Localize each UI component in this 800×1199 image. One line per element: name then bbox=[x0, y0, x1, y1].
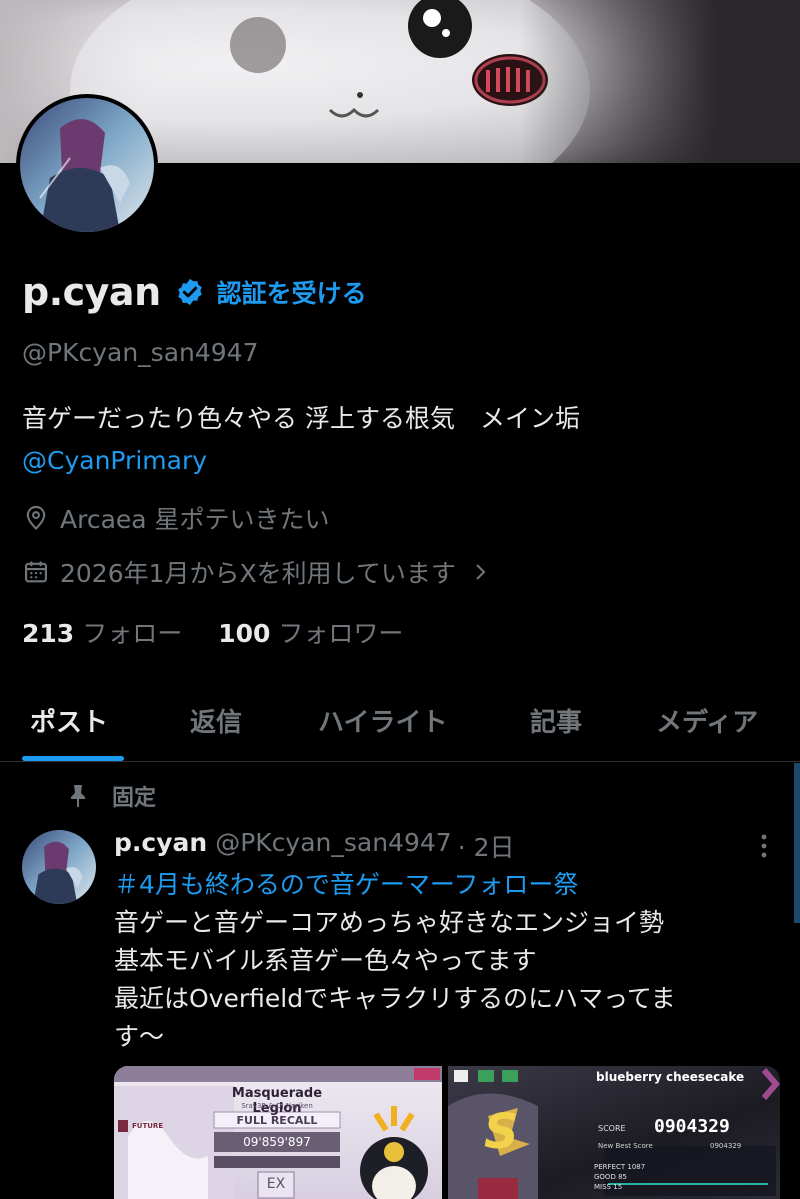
chevron-right-icon bbox=[476, 564, 486, 580]
miss-count: 15 bbox=[613, 1183, 623, 1191]
tab-articles[interactable]: 記事 bbox=[530, 702, 582, 739]
tab-highlights[interactable]: ハイライト bbox=[318, 702, 447, 739]
bio-text: 音ゲーだったり色々やる 浮上する根気 メイン垢 bbox=[22, 404, 580, 433]
joined-text: 2026年1月からXを利用しています bbox=[60, 559, 456, 588]
pinned-indicator: 固定 bbox=[68, 780, 156, 812]
media1-difficulty: FUTURE bbox=[132, 1122, 164, 1130]
profile-tabs: ポスト 返信 ハイライト 記事 メディア bbox=[0, 690, 800, 762]
banner-dark-overlay bbox=[520, 0, 800, 163]
media2-score-label: SCORE bbox=[598, 1124, 626, 1133]
following-count: 213 bbox=[22, 619, 75, 648]
tab-posts[interactable]: ポスト bbox=[30, 702, 108, 739]
media2-best-label: New Best Score bbox=[598, 1142, 653, 1150]
followers-label: フォロワー bbox=[278, 619, 404, 648]
profile-bio: 音ゲーだったり色々やる 浮上する根気 メイン垢 @CyanPrimary bbox=[22, 398, 580, 482]
follow-stats: 213 フォロー 100 フォロワー bbox=[22, 614, 439, 650]
profile-handle: @PKcyan_san4947 bbox=[22, 338, 259, 367]
location-pin-icon bbox=[26, 505, 46, 530]
followers-count: 100 bbox=[218, 619, 271, 648]
media2-rank: S bbox=[484, 1104, 519, 1160]
media2-best-score: 0904329 bbox=[710, 1142, 742, 1150]
post-author-avatar[interactable] bbox=[22, 830, 96, 904]
miss-label: MISS bbox=[594, 1183, 611, 1191]
scrollbar[interactable] bbox=[794, 763, 800, 923]
active-tab-indicator bbox=[22, 756, 124, 761]
location-text: Arcaea 星ポテいきたい bbox=[60, 505, 330, 534]
profile-joined[interactable]: 2026年1月からXを利用しています bbox=[22, 554, 502, 590]
get-verified-link[interactable]: 認証を受ける bbox=[217, 274, 367, 310]
tab-media[interactable]: メディア bbox=[656, 702, 758, 739]
avatar-image bbox=[20, 98, 154, 232]
post-media-image-2[interactable]: blueberry cheesecake SCORE 0904329 New B… bbox=[448, 1066, 780, 1199]
media1-score: 09'859'897 bbox=[243, 1135, 311, 1149]
profile-name-row: p.cyan 認証を受ける bbox=[22, 270, 367, 314]
post-author-handle[interactable]: @PKcyan_san4947 bbox=[215, 828, 452, 864]
media2-song-title: blueberry cheesecake bbox=[596, 1070, 745, 1084]
post-text-line: 最近はOverfieldでキャラクリするのにハマってま bbox=[114, 984, 676, 1013]
post-body: ＃4月も終わるので音ゲーマーフォロー祭 音ゲーと音ゲーコアめっちゃ好きなエンジョ… bbox=[114, 866, 774, 1056]
post-hashtag-link[interactable]: ＃4月も終わるので音ゲーマーフォロー祭 bbox=[114, 866, 774, 904]
post-text-line: す〜 bbox=[114, 1022, 165, 1051]
tab-replies[interactable]: 返信 bbox=[190, 702, 242, 739]
following-label: フォロー bbox=[82, 619, 183, 648]
post-text-line: 基本モバイル系音ゲー色々やってます bbox=[114, 946, 537, 975]
good-count: 85 bbox=[618, 1173, 627, 1181]
pinned-label: 固定 bbox=[112, 786, 157, 811]
perfect-label: PERFECT bbox=[594, 1163, 626, 1171]
more-options-icon[interactable] bbox=[752, 832, 776, 860]
post-author-name[interactable]: p.cyan bbox=[114, 828, 207, 864]
media2-judgements: PERFECT 1087 GOOD 85 MISS 15 bbox=[594, 1162, 645, 1192]
media1-status: FULL RECALL bbox=[236, 1114, 318, 1127]
pin-icon bbox=[71, 785, 85, 807]
good-label: GOOD bbox=[594, 1173, 616, 1181]
media1-song-title: Masquerade Legion bbox=[231, 1086, 323, 1116]
calendar-icon bbox=[25, 561, 47, 583]
profile-location: Arcaea 星ポテいきたい bbox=[22, 500, 330, 536]
verified-badge-icon[interactable] bbox=[175, 277, 205, 307]
profile-name: p.cyan bbox=[22, 270, 161, 314]
perfect-count: 1087 bbox=[627, 1163, 646, 1171]
media2-score: 0904329 bbox=[654, 1116, 730, 1137]
post-time[interactable]: · 2日 bbox=[458, 828, 515, 864]
post-text-line: 音ゲーと音ゲーコアめっちゃ好きなエンジョイ勢 bbox=[114, 908, 665, 937]
bio-mention-link[interactable]: @CyanPrimary bbox=[22, 440, 580, 482]
profile-avatar[interactable] bbox=[16, 94, 158, 236]
post-media-image-1[interactable]: Masquerade Legion Srav3R & DJ Noriken FU… bbox=[114, 1066, 442, 1199]
media1-artist: Srav3R & DJ Noriken bbox=[241, 1102, 313, 1110]
following-link[interactable]: 213 フォロー bbox=[22, 614, 182, 650]
media1-rank: EX bbox=[266, 1176, 286, 1192]
followers-link[interactable]: 100 フォロワー bbox=[218, 614, 403, 650]
post-header: p.cyan @PKcyan_san4947 · 2日 bbox=[114, 828, 515, 864]
